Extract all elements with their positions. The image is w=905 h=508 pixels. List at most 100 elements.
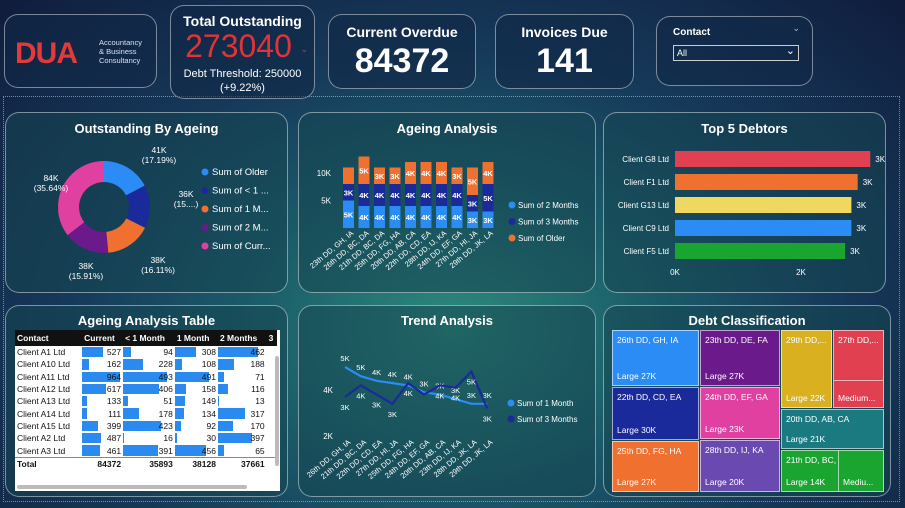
ageing-bar-title: Ageing Analysis	[396, 121, 498, 136]
y-tick-label: 2K	[323, 432, 333, 441]
treemap-tile[interactable]: 20th DD, AB, CA Large 21K	[781, 409, 884, 449]
treemap-tile-name: 24th DD, EF, GA	[705, 392, 768, 402]
legend-label: Sum of < 1 ...	[212, 186, 269, 197]
donut-slice-value-label: 38K	[150, 255, 165, 265]
filter-clear-icon[interactable]: ⌄	[792, 23, 800, 34]
table-row[interactable]: Client A13 Ltd 133 51 149 13	[15, 395, 277, 407]
table-row[interactable]: Client A12 Ltd 617 406 158 116	[15, 383, 277, 395]
treemap-tile[interactable]: Medium...	[833, 380, 884, 408]
table-cell-number: 16	[163, 433, 173, 444]
bar-value-label: 4K	[359, 213, 369, 222]
table-row[interactable]: Client A11 Ltd 964 493 491 71	[15, 371, 277, 383]
contact-dropdown[interactable]: All ⌄	[673, 45, 799, 61]
table-hscrollbar[interactable]	[17, 485, 247, 489]
table-cell-number: 65	[255, 445, 265, 456]
table-cell-value: 16	[123, 432, 175, 444]
legend-label: Sum of Older	[518, 234, 565, 243]
table-cell-value: 65	[217, 444, 267, 457]
table-cell-value: 228	[123, 358, 175, 370]
trend-point-label: 3K	[372, 401, 381, 410]
x-tick-label: 0K	[670, 268, 680, 277]
bar-value-label: 4K	[406, 169, 416, 178]
legend-marker	[508, 201, 516, 209]
top5-bar-chart[interactable]: Client G8 Ltd 3K Client F1 Ltd 3K Client G13…	[604, 138, 885, 293]
top5-bar	[675, 174, 858, 190]
trend-line-chart[interactable]: 2K4K5K5K4K 4K 4K3K 3K3K3K 3K3K4K3K3K4K 4K 4K5K…	[299, 328, 595, 496]
treemap-tile[interactable]: 24th DD, EF, GA Large 23K	[700, 387, 780, 439]
treemap-tile[interactable]: Mediu...	[838, 450, 884, 492]
kpi-overdue-label: Current Overdue	[346, 24, 458, 40]
table-column-header[interactable]: 2 Months	[217, 330, 267, 346]
debt-treemap[interactable]: 26th DD, GH, IA Large 27K 23th DD, DE, FA L…	[612, 330, 884, 492]
treemap-tile-name: 22th DD, CD, EA	[617, 392, 682, 402]
bar-value-label: 4K	[375, 191, 385, 200]
table-cell-databar	[82, 445, 101, 456]
trend-title: Trend Analysis	[401, 313, 493, 328]
table-cell-contact: Client A13 Ltd	[17, 396, 70, 407]
treemap-tile[interactable]: 22th DD, CD, EA Large 30K	[612, 387, 699, 440]
donut-slice-pct-label: (35.64%)	[34, 183, 69, 193]
table-cell-databar	[123, 383, 160, 395]
table-cell-value: 51	[123, 395, 175, 407]
table-row[interactable]: Client A3 Ltd 461 391 456 65	[15, 444, 277, 457]
table-column-header[interactable]: Contact	[15, 330, 83, 346]
table-row[interactable]: Client A15 Ltd 399 423 92 170	[15, 420, 277, 432]
table-cell-value: 35893	[123, 457, 175, 470]
table-cell-number: 461	[106, 445, 122, 456]
top5-category-label: Client F1 Ltd	[624, 178, 669, 187]
table-cell-number: 399	[106, 420, 122, 431]
bar-value-label: 4K	[437, 169, 447, 178]
legend-marker	[201, 187, 209, 194]
ageing-stacked-bar-chart[interactable]: 5K10K5K3K23th DD, GH, IA4K4K5K26th DD, B…	[299, 138, 595, 293]
legend-label: Sum of 3 Months	[517, 415, 577, 424]
table-cell-value: 397	[217, 432, 267, 444]
table-scrollbar[interactable]	[275, 356, 279, 466]
treemap-tile-value: Large 14K	[786, 477, 826, 487]
ageing-donut-chart[interactable]: 41K(17.19%) Sum of Older 36K(15....) Sum of…	[6, 141, 287, 291]
table-cell-value: 964	[82, 371, 123, 383]
legend-label: Sum of 2 M...	[212, 223, 269, 234]
table-row[interactable]: Client A10 Ltd 162 228 108 188	[15, 358, 277, 370]
table-row[interactable]: Client A2 Ltd 487 16 30 397	[15, 432, 277, 444]
table-cell-databar	[82, 396, 88, 407]
table-cell-databar	[174, 383, 186, 395]
treemap-tile[interactable]: 23th DD, DE, FA Large 27K	[700, 330, 780, 386]
treemap-tile-value: Large 27K	[617, 371, 657, 381]
table-cell-value: 188	[217, 358, 267, 370]
treemap-tile-value: Large 20K	[705, 477, 745, 487]
ageing-table-container: Contact Current < 1 Month 1 Month 2 Months 3 …	[15, 330, 280, 491]
treemap-tile-name: 28th DD, IJ, KA	[705, 445, 764, 455]
chevron-down-icon: ⌄	[785, 45, 795, 57]
bar-value-label: 4K	[483, 169, 493, 178]
table-cell-contact: Client A12 Ltd	[17, 384, 70, 395]
table-cell-number: 35893	[149, 458, 173, 469]
treemap-tile[interactable]: 26th DD, GH, IA Large 27K	[612, 330, 699, 386]
table-column-header[interactable]: Current	[82, 330, 124, 346]
table-row[interactable]: Client A1 Ltd 527 94 308 462	[15, 346, 277, 358]
table-cell-value: 133	[82, 395, 123, 407]
table-cell-value: 158	[174, 383, 218, 395]
debt-classification-card: Debt Classification 26th DD, GH, IA Large…	[603, 305, 891, 497]
trend-point-label: 4K	[356, 391, 365, 400]
trend-point-label: 5K	[467, 378, 476, 387]
brand-line3: Consultancy	[99, 56, 141, 65]
treemap-tile[interactable]: 25th DD, FG, HA Large 27K	[612, 441, 699, 492]
table-total-row[interactable]: Total 84372 35893 38128 37661	[15, 457, 277, 470]
bar-value-label: 4K	[406, 191, 416, 200]
treemap-tile[interactable]: 28th DD, IJ, KA Large 20K	[700, 440, 780, 492]
table-column-header[interactable]: 1 Month	[174, 330, 218, 346]
logo-card: DUA Accountancy & Business Consultancy	[4, 14, 157, 88]
table-cell-value: 94	[123, 346, 175, 358]
table-cell-number: 317	[250, 408, 265, 419]
bar-value-label: 4K	[406, 213, 416, 222]
table-cell-contact: Total	[17, 458, 37, 469]
table-column-header[interactable]: < 1 Month	[123, 330, 175, 346]
donut-slice-pct-label: (15.91%)	[69, 271, 104, 281]
ageing-table-title: Ageing Analysis Table	[77, 313, 216, 328]
treemap-tile-value: Large 30K	[617, 425, 657, 435]
table-column-header[interactable]: 3	[266, 330, 277, 346]
top5-bar	[675, 151, 871, 167]
table-cell-number: 92	[206, 420, 216, 431]
treemap-tile[interactable]: 29th DD,... Large 22K	[781, 330, 832, 408]
table-row[interactable]: Client A14 Ltd 111 178 134 317	[15, 407, 277, 419]
